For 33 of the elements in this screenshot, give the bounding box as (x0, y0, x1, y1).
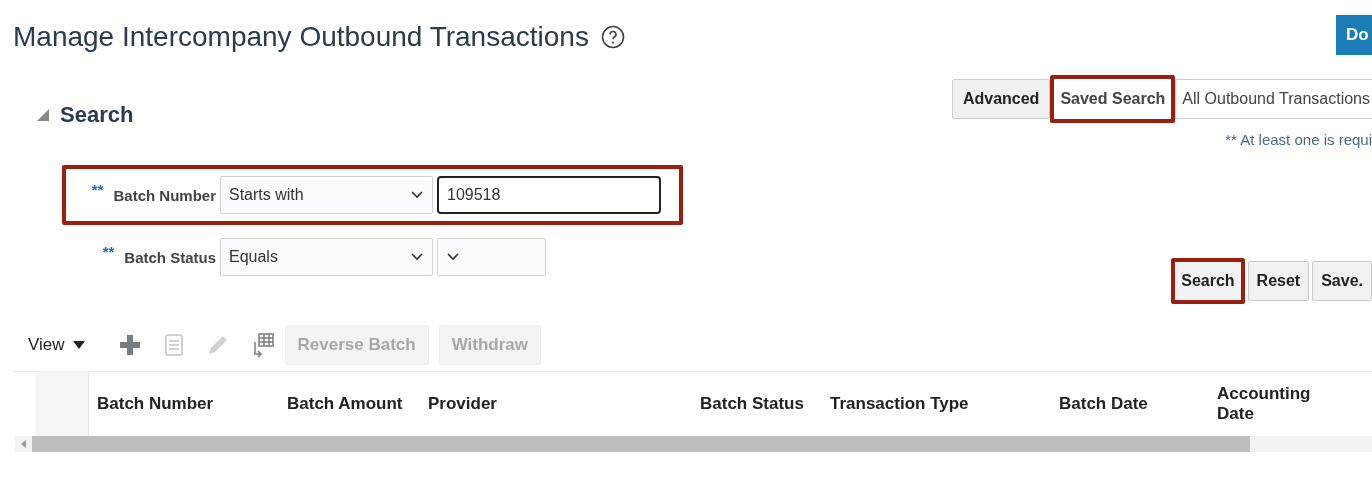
scroll-left-icon[interactable] (20, 440, 27, 448)
saved-search-select[interactable]: All Outbound Transactions (1175, 79, 1372, 119)
action-button[interactable]: Search (1171, 258, 1245, 304)
input-field[interactable]: 109518 (437, 176, 661, 214)
action-button[interactable]: Reset (1247, 261, 1310, 301)
collapse-icon[interactable] (36, 108, 50, 122)
operator-select[interactable]: Equals (220, 238, 433, 276)
chevron-down-icon (410, 190, 424, 200)
column-header[interactable]: Transaction Type (830, 394, 1059, 414)
done-button[interactable]: Do (1336, 15, 1372, 55)
required-mark: ** (102, 242, 115, 260)
chevron-down-icon (446, 252, 460, 262)
column-header[interactable]: Batch Amount (287, 394, 428, 414)
mode-button[interactable]: Advanced (951, 79, 1051, 119)
column-header[interactable]: Provider (428, 394, 700, 414)
operator-select[interactable]: Starts with (220, 176, 433, 214)
column-header[interactable]: Batch Date (1059, 394, 1217, 414)
column-header[interactable]: Accounting Date (1217, 384, 1327, 424)
page-title: Manage Intercompany Outbound Transactions (13, 21, 589, 53)
action-button[interactable]: Save. (1312, 261, 1372, 301)
required-mark: ** (91, 180, 104, 198)
chevron-down-icon (410, 252, 424, 262)
horizontal-scrollbar[interactable] (15, 436, 1372, 452)
required-note: ** At least one is requi (1225, 131, 1372, 148)
view-menu[interactable]: View (28, 335, 85, 355)
field-label: Batch Number (113, 186, 216, 204)
column-header[interactable]: Batch Number (97, 394, 287, 414)
field-label: Batch Status (124, 248, 216, 266)
help-icon[interactable] (600, 25, 625, 49)
column-header[interactable]: Batch Status (700, 394, 830, 414)
mode-button[interactable]: Saved Search (1050, 75, 1176, 123)
caret-icon[interactable] (72, 341, 85, 349)
section-title: Search (60, 102, 134, 128)
